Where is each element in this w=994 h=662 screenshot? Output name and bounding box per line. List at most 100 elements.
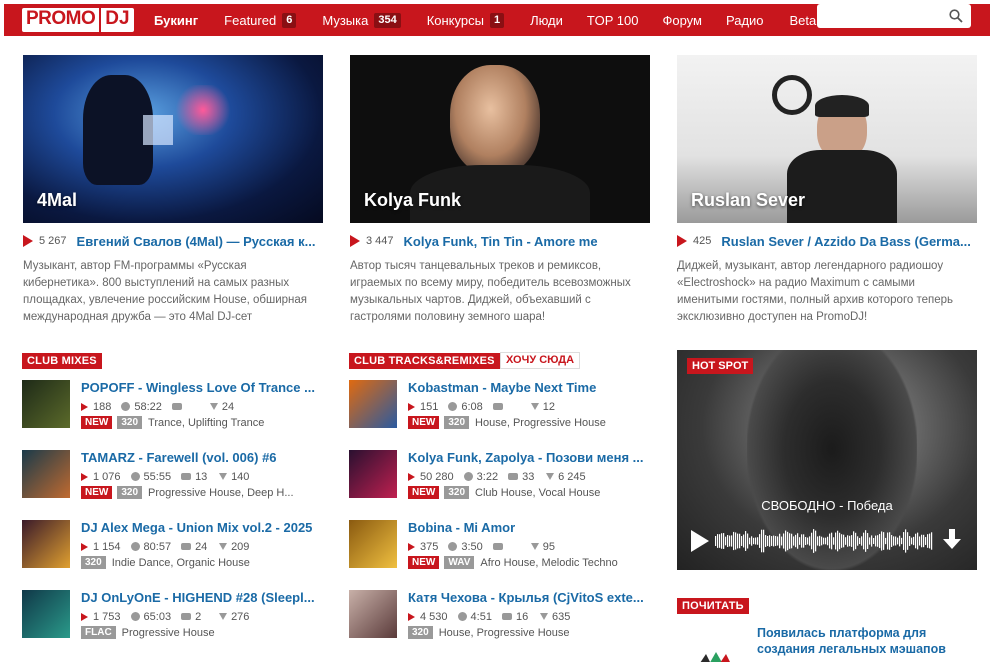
feature-title[interactable]: Евгений Свалов (4Mal) — Русская к... [77, 234, 316, 249]
track-cover[interactable] [22, 450, 70, 498]
track-cover[interactable] [22, 590, 70, 638]
play-icon[interactable] [408, 542, 415, 551]
want-here-link[interactable]: ХОЧУ СЮДА [500, 352, 581, 369]
track-row[interactable]: Bobina - Mi Amor 375 3:50 95 NEW WAV Afro Hous… [349, 520, 649, 572]
nav-item-2[interactable]: Музыка 354 [322, 4, 401, 36]
track-cover[interactable] [349, 520, 397, 568]
nav-label: TOP 100 [586, 12, 639, 28]
track-cover[interactable] [22, 520, 70, 568]
download-icon[interactable] [942, 528, 962, 552]
search-input[interactable] [817, 4, 971, 28]
comment-icon [492, 403, 503, 410]
download-icon [219, 543, 228, 550]
download-count: 24 [221, 400, 235, 413]
play-icon[interactable] [408, 612, 415, 621]
play-icon[interactable] [23, 235, 33, 247]
new-badge: NEW [81, 486, 113, 499]
download-icon [219, 473, 228, 480]
track-row[interactable]: Kolya Funk, Zapolya - Позови меня ... 50 … [349, 450, 649, 502]
search-icon[interactable] [949, 9, 963, 23]
club-mixes-label[interactable]: CLUB MIXES [22, 353, 102, 369]
duration: 65:03 [143, 610, 172, 623]
feature-title[interactable]: Ruslan Sever / Azzido Da Bass (Germa... [721, 234, 971, 249]
format-badge: 320 [408, 626, 433, 639]
track-row[interactable]: POPOFF - Wingless Love Of Trance ... 188 5… [22, 380, 322, 432]
play-icon[interactable] [81, 612, 88, 621]
club-tracks-label[interactable]: CLUB TRACKS&REMIXES [349, 353, 500, 369]
track-row[interactable]: Kobastman - Maybe Next Time 151 6:08 12 NEW 3… [349, 380, 649, 432]
download-count: 209 [231, 540, 250, 553]
feature-image[interactable]: 4Mal [23, 55, 323, 223]
news-thumbnail[interactable] [696, 646, 732, 662]
track-title[interactable]: Kolya Funk, Zapolya - Позови меня ... [408, 450, 648, 466]
comment-count: 13 [195, 470, 208, 483]
download-icon [530, 403, 539, 410]
play-icon[interactable] [691, 530, 709, 552]
download-icon [219, 613, 228, 620]
feature-image[interactable]: Kolya Funk [350, 55, 650, 223]
feature-card-2[interactable]: Kolya Funk 3 447 Kolya Funk, Tin Tin - A… [350, 55, 650, 326]
track-row[interactable]: DJ OnLyOnE - HIGHEND #28 (Sleepl... 1 753… [22, 590, 322, 642]
play-icon[interactable] [677, 235, 687, 247]
clock-icon [130, 542, 140, 551]
nav-label: Featured [224, 12, 277, 28]
duration: 4:51 [470, 610, 492, 623]
download-icon [209, 403, 218, 410]
duration: 3:22 [476, 470, 499, 483]
play-icon[interactable] [81, 402, 88, 411]
genre-text: Club House, Vocal House [475, 486, 601, 499]
track-row[interactable]: DJ Alex Mega - Union Mix vol.2 - 2025 1 1… [22, 520, 322, 572]
track-title[interactable]: POPOFF - Wingless Love Of Trance ... [81, 380, 321, 396]
comment-icon [181, 613, 192, 620]
nav-item-3[interactable]: Конкурсы 1 [427, 4, 505, 36]
feature-card-1[interactable]: 4Mal 5 267 Евгений Свалов (4Mal) — Русск… [23, 55, 323, 326]
news-title[interactable]: Появилась платформа для создания легальн… [757, 625, 977, 657]
nav-item-7[interactable]: Радио [726, 4, 764, 36]
comment-icon [492, 543, 503, 550]
feature-image[interactable]: Ruslan Sever [677, 55, 977, 223]
track-title[interactable]: TAMARZ - Farewell (vol. 006) #6 [81, 450, 321, 466]
feature-title[interactable]: Kolya Funk, Tin Tin - Amore me [404, 234, 598, 249]
track-title[interactable]: Катя Чехова - Крылья (CjVitoS exte... [408, 590, 648, 606]
nav-item-4[interactable]: Люди [530, 4, 563, 36]
duration: 80:57 [143, 540, 172, 553]
track-cover[interactable] [349, 380, 397, 428]
track-cover[interactable] [22, 380, 70, 428]
nav-item-0[interactable]: Букинг [154, 4, 198, 36]
play-icon[interactable] [81, 472, 88, 481]
waveform[interactable] [715, 524, 933, 558]
track-title[interactable]: Bobina - Mi Amor [408, 520, 648, 536]
nav-label: Музыка [322, 12, 369, 28]
track-cover[interactable] [349, 450, 397, 498]
track-title[interactable]: DJ OnLyOnE - HIGHEND #28 (Sleepl... [81, 590, 321, 606]
comment-icon [181, 473, 192, 480]
promodj-logo[interactable]: PROMO DJ [22, 8, 134, 32]
feature-artist-name: Ruslan Sever [691, 190, 806, 210]
hot-spot-title[interactable]: СВОБОДНО - Победа [677, 498, 977, 513]
play-icon[interactable] [408, 472, 415, 481]
new-badge: NEW [408, 556, 440, 569]
hot-spot-player[interactable]: HOT SPOT СВОБОДНО - Победа [677, 350, 977, 570]
nav-item-8[interactable]: Beta [790, 4, 817, 36]
genre-text: House, Progressive House [438, 626, 570, 639]
play-icon[interactable] [350, 235, 360, 247]
track-title[interactable]: DJ Alex Mega - Union Mix vol.2 - 2025 [81, 520, 321, 536]
nav-item-1[interactable]: Featured 6 [224, 4, 297, 36]
format-badge: 320 [117, 416, 143, 429]
play-icon[interactable] [81, 542, 88, 551]
play-icon[interactable] [408, 402, 415, 411]
track-row[interactable]: TAMARZ - Farewell (vol. 006) #6 1 076 55:5… [22, 450, 322, 502]
feature-card-3[interactable]: Ruslan Sever 425 Ruslan Sever / Azzido D… [677, 55, 977, 326]
track-row[interactable]: Катя Чехова - Крылья (CjVitoS exte... 4 5… [349, 590, 649, 642]
genre-text: Trance, Uplifting Trance [148, 416, 265, 429]
nav-item-5[interactable]: TOP 100 [587, 4, 639, 36]
download-count: 635 [551, 610, 571, 623]
duration: 6:08 [461, 400, 483, 413]
feature-artist-name: 4Mal [37, 190, 78, 210]
format-badge: 320 [444, 486, 470, 499]
new-badge: NEW [81, 416, 113, 429]
nav-item-6[interactable]: Форум [662, 4, 702, 36]
read-label[interactable]: ПОЧИТАТЬ [677, 598, 749, 614]
track-title[interactable]: Kobastman - Maybe Next Time [408, 380, 648, 396]
track-cover[interactable] [349, 590, 397, 638]
